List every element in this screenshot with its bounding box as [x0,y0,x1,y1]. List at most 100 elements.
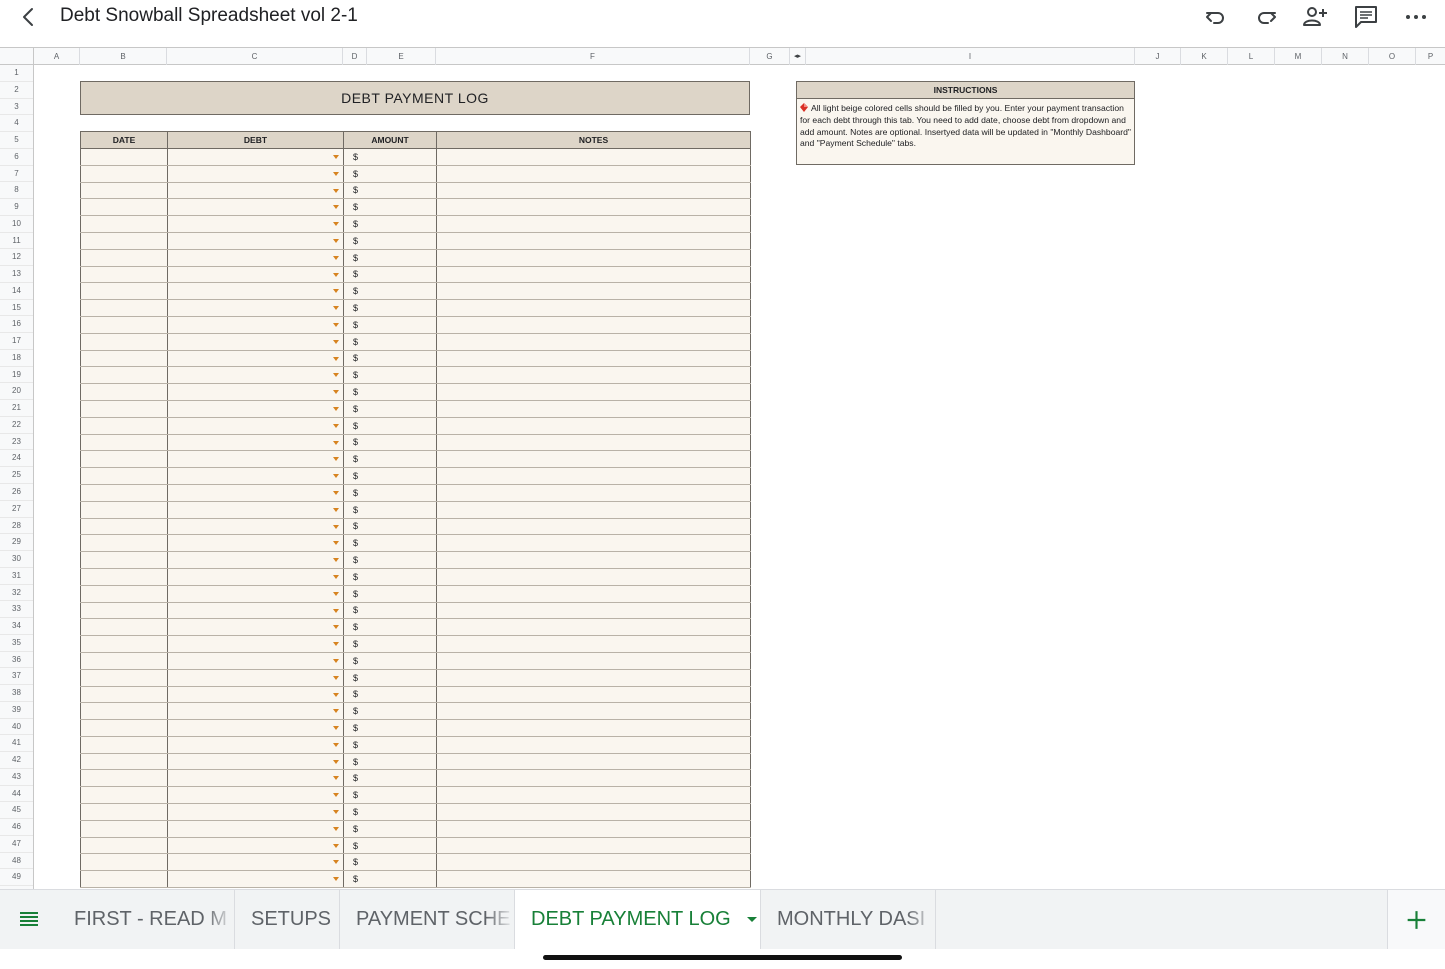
amount-cell[interactable]: $ [343,215,437,233]
notes-cell[interactable] [436,836,751,855]
row-header[interactable]: 3 [0,99,33,116]
row-header[interactable]: 15 [0,300,33,317]
date-cell[interactable] [80,551,168,569]
date-cell[interactable] [80,282,168,301]
amount-cell[interactable]: $ [343,383,437,401]
notes-cell[interactable] [436,517,751,536]
date-cell[interactable] [80,735,168,754]
tab-monthly-dashboard[interactable]: MONTHLY DASI [761,890,936,949]
debt-dropdown-cell[interactable] [167,366,344,385]
instructions-box[interactable]: INSTRUCTIONS All light beige colored cel… [796,81,1135,165]
dropdown-caret-icon[interactable] [333,524,339,529]
amount-cell[interactable]: $ [343,618,437,637]
row-header[interactable]: 19 [0,367,33,384]
amount-cell[interactable]: $ [343,601,437,620]
amount-cell[interactable]: $ [343,769,437,788]
date-cell[interactable] [80,148,168,166]
debt-dropdown-cell[interactable] [167,450,344,469]
amount-cell[interactable]: $ [343,299,437,317]
debt-dropdown-cell[interactable] [167,853,344,872]
row-header[interactable]: 16 [0,316,33,334]
comment-icon[interactable] [1353,4,1379,30]
date-cell[interactable] [80,500,168,519]
debt-dropdown-cell[interactable] [167,584,344,603]
dropdown-caret-icon[interactable] [333,793,339,798]
row-header[interactable]: 5 [0,132,33,149]
notes-cell[interactable] [436,685,751,704]
date-cell[interactable] [80,534,168,553]
row-header[interactable]: 11 [0,233,33,250]
amount-cell[interactable]: $ [343,719,437,737]
debt-dropdown-cell[interactable] [167,299,344,317]
debt-dropdown-cell[interactable] [167,164,344,183]
dropdown-caret-icon[interactable] [333,692,339,697]
row-header[interactable]: 36 [0,652,33,669]
amount-cell[interactable]: $ [343,181,437,200]
amount-cell[interactable]: $ [343,366,437,385]
date-cell[interactable] [80,467,168,485]
date-cell[interactable] [80,601,168,620]
debt-dropdown-cell[interactable] [167,685,344,704]
redo-icon[interactable] [1253,4,1279,30]
date-cell[interactable] [80,399,168,418]
row-header[interactable]: 38 [0,685,33,702]
amount-cell[interactable]: $ [343,853,437,872]
dropdown-caret-icon[interactable] [333,188,339,193]
debt-dropdown-cell[interactable] [167,635,344,653]
notes-cell[interactable] [436,668,751,687]
notes-cell[interactable] [436,416,751,435]
debt-dropdown-cell[interactable] [167,315,344,334]
row-header[interactable]: 6 [0,149,33,166]
row-header[interactable]: 49 [0,869,33,887]
hidden-column-toggle[interactable]: ◂▸ [790,48,806,65]
debt-dropdown-cell[interactable] [167,836,344,855]
row-header[interactable]: 47 [0,836,33,853]
amount-cell[interactable]: $ [343,148,437,166]
row-header[interactable]: 43 [0,769,33,786]
row-header[interactable]: 37 [0,668,33,686]
date-cell[interactable] [80,786,168,805]
add-person-icon[interactable] [1302,4,1328,30]
amount-cell[interactable]: $ [343,282,437,301]
row-header[interactable]: 32 [0,585,33,602]
notes-cell[interactable] [436,366,751,385]
row-header[interactable]: 40 [0,719,33,736]
notes-cell[interactable] [436,769,751,788]
amount-cell[interactable]: $ [343,836,437,855]
date-cell[interactable] [80,215,168,233]
amount-cell[interactable]: $ [343,635,437,653]
row-header[interactable]: 33 [0,601,33,619]
notes-cell[interactable] [436,534,751,553]
date-cell[interactable] [80,819,168,838]
chevron-left-icon[interactable] [18,6,40,28]
notes-cell[interactable] [436,349,751,368]
row-header[interactable]: 9 [0,199,33,216]
notes-cell[interactable] [436,601,751,620]
notes-cell[interactable] [436,215,751,233]
notes-cell[interactable] [436,265,751,284]
debt-dropdown-cell[interactable] [167,332,344,351]
amount-cell[interactable]: $ [343,702,437,721]
dropdown-caret-icon[interactable] [333,709,339,714]
notes-cell[interactable] [436,635,751,653]
notes-cell[interactable] [436,433,751,452]
row-header[interactable]: 24 [0,450,33,468]
column-header-k[interactable]: K [1181,48,1228,65]
row-header[interactable]: 34 [0,618,33,635]
row-header[interactable]: 41 [0,735,33,753]
notes-cell[interactable] [436,148,751,166]
date-cell[interactable] [80,702,168,721]
column-header-j[interactable]: J [1135,48,1181,65]
notes-cell[interactable] [436,248,751,267]
dropdown-caret-icon[interactable] [333,339,339,344]
column-header-b[interactable]: B [80,48,167,65]
debt-dropdown-cell[interactable] [167,349,344,368]
dropdown-caret-icon[interactable] [333,306,339,311]
amount-cell[interactable]: $ [343,315,437,334]
notes-cell[interactable] [436,467,751,485]
date-cell[interactable] [80,618,168,637]
notes-cell[interactable] [436,702,751,721]
debt-dropdown-cell[interactable] [167,870,344,889]
date-cell[interactable] [80,433,168,452]
row-header[interactable]: 30 [0,551,33,568]
